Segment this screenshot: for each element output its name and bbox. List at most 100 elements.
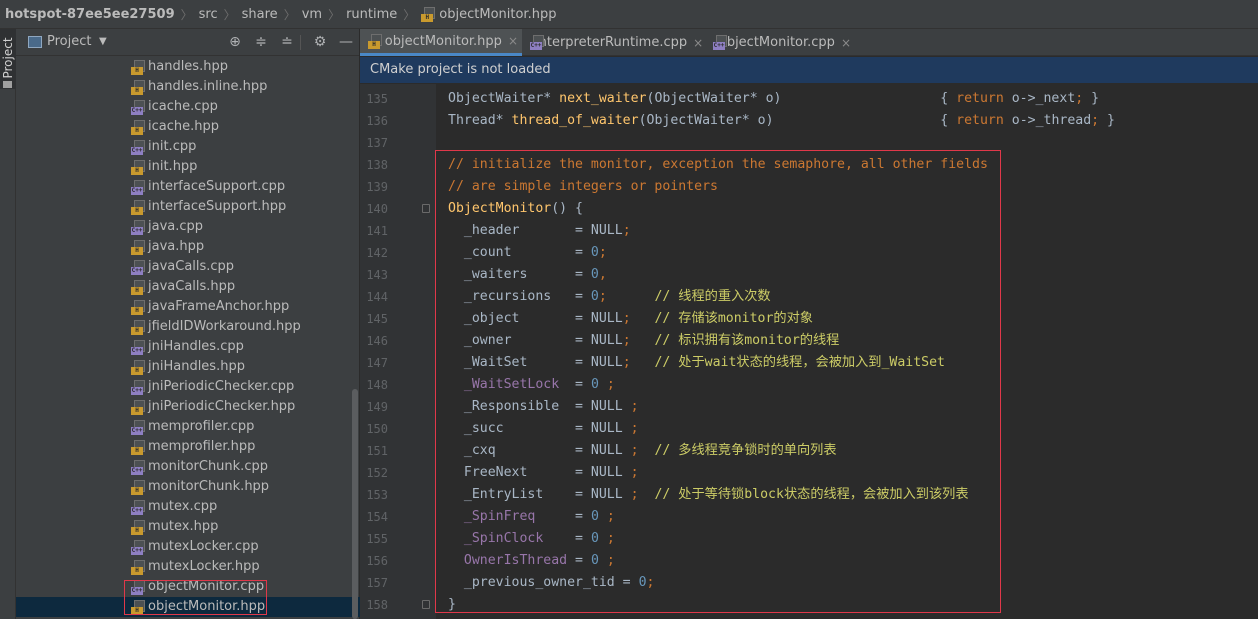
file-tree-item[interactable]: HinterfaceSupport.hpp <box>16 197 360 217</box>
breadcrumb-separator: 〉 <box>223 7 236 22</box>
file-tree-item-label: mutexLocker.cpp <box>148 539 259 554</box>
cpp-file-icon: C++ <box>131 140 145 155</box>
project-view-title[interactable]: Project <box>47 34 91 49</box>
editor-scrollbar[interactable] <box>1246 84 1258 619</box>
file-tree-item[interactable]: Hicache.hpp <box>16 117 360 137</box>
line-number: 141 <box>366 224 388 238</box>
cpp-file-icon: C++ <box>131 180 145 195</box>
cpp-file-icon: C++ <box>131 260 145 275</box>
file-tree-item[interactable]: C++ mutexLocker.cpp <box>16 537 360 557</box>
file-tree-item[interactable]: C++ java.cpp <box>16 217 360 237</box>
breadcrumb-runtime[interactable]: runtime <box>346 7 397 22</box>
breadcrumb-separator: 〉 <box>403 7 416 22</box>
breadcrumb-project[interactable]: hotspot-87ee5ee27509 <box>5 7 175 22</box>
file-tree-item[interactable]: C++ icache.cpp <box>16 97 360 117</box>
close-icon[interactable]: × <box>841 36 851 50</box>
project-panel: Project ▼ ⊕ ≑ ≐ ⚙ — Hhandles.hpp Hhandles… <box>16 29 360 619</box>
file-tree-item[interactable]: C++ javaCalls.cpp <box>16 257 360 277</box>
cmake-notification-banner[interactable]: CMake project is not loaded <box>360 57 1258 83</box>
file-tree-item[interactable]: HmutexLocker.hpp <box>16 557 360 577</box>
collapse-all-icon[interactable]: ≐ <box>279 34 295 50</box>
file-tree-item[interactable]: HjavaFrameAnchor.hpp <box>16 297 360 317</box>
cpp-file-icon: C++ <box>131 540 145 555</box>
fold-marker-icon[interactable] <box>422 600 430 609</box>
file-tree-item[interactable]: C++ mutex.cpp <box>16 497 360 517</box>
hpp-file-icon: H <box>131 120 145 135</box>
line-number: 138 <box>366 158 388 172</box>
project-stripe-label: Project <box>1 37 15 79</box>
highlight-box-files <box>124 580 267 615</box>
cpp-file-icon: C++ <box>131 340 145 355</box>
locate-icon[interactable]: ⊕ <box>227 34 243 50</box>
breadcrumb-separator: 〉 <box>283 7 296 22</box>
breadcrumb-separator: 〉 <box>328 7 341 22</box>
highlight-box-constructor <box>435 150 1001 613</box>
hpp-file-icon: H <box>131 160 145 175</box>
minimize-icon[interactable]: — <box>338 34 354 50</box>
file-tree-item[interactable]: Hinit.hpp <box>16 157 360 177</box>
breadcrumb-share[interactable]: share <box>242 7 278 22</box>
file-tree-item-label: memprofiler.hpp <box>148 439 256 454</box>
code-line[interactable]: ObjectWaiter* next_waiter(ObjectWaiter* … <box>448 88 1099 110</box>
editor-tab[interactable]: C++ interpreterRuntime.cpp × <box>522 29 705 56</box>
cpp-file-icon: C++ <box>131 420 145 435</box>
breadcrumb-file[interactable]: objectMonitor.hpp <box>439 7 556 22</box>
file-tree-item-label: jniPeriodicChecker.hpp <box>148 399 296 414</box>
file-tree-item[interactable]: Hhandles.hpp <box>16 57 360 77</box>
file-tree-item[interactable]: HjavaCalls.hpp <box>16 277 360 297</box>
file-tree-item[interactable]: HjfieldIDWorkaround.hpp <box>16 317 360 337</box>
hpp-file-icon: H <box>131 200 145 215</box>
file-tree-item[interactable]: HmonitorChunk.hpp <box>16 477 360 497</box>
code-line[interactable]: Thread* thread_of_waiter(ObjectWaiter* o… <box>448 110 1115 132</box>
hpp-file-icon: H <box>421 6 436 22</box>
close-icon[interactable]: × <box>508 34 518 48</box>
file-tree-item-label: javaFrameAnchor.hpp <box>148 299 290 314</box>
editor-tab-label: interpreterRuntime.cpp <box>535 35 688 50</box>
file-tree-item-label: handles.hpp <box>148 59 228 74</box>
file-tree-item[interactable]: Hmemprofiler.hpp <box>16 437 360 457</box>
editor-tab-bar: HobjectMonitor.hpp × C++ interpreterRuntime… <box>360 29 1258 56</box>
tree-scrollbar-thumb[interactable] <box>352 389 358 619</box>
gear-icon[interactable]: ⚙ <box>312 34 328 50</box>
file-tree-item[interactable]: C++ init.cpp <box>16 137 360 157</box>
file-tree-item-label: mutex.cpp <box>148 499 218 514</box>
hpp-file-icon: H <box>131 560 145 575</box>
hpp-file-icon: H <box>131 400 145 415</box>
file-tree-item[interactable]: Hjava.hpp <box>16 237 360 257</box>
line-number: 154 <box>366 510 388 524</box>
editor-tab[interactable]: HobjectMonitor.hpp × <box>360 29 522 56</box>
file-tree-item[interactable]: HjniHandles.hpp <box>16 357 360 377</box>
file-tree-item[interactable]: C++ monitorChunk.cpp <box>16 457 360 477</box>
breadcrumb-separator: 〉 <box>180 7 193 22</box>
fold-marker-icon[interactable] <box>422 204 430 213</box>
file-tree-item[interactable]: C++ memprofiler.cpp <box>16 417 360 437</box>
line-number: 147 <box>366 356 388 370</box>
file-tree-item[interactable]: Hhandles.inline.hpp <box>16 77 360 97</box>
file-tree-item[interactable]: Hmutex.hpp <box>16 517 360 537</box>
close-icon[interactable]: × <box>693 36 703 50</box>
header-divider <box>300 35 301 50</box>
chevron-down-icon[interactable]: ▼ <box>99 36 107 47</box>
breadcrumb-vm[interactable]: vm <box>302 7 322 22</box>
project-tool-button[interactable]: Project <box>0 29 16 89</box>
file-tree-item-label: mutexLocker.hpp <box>148 559 260 574</box>
editor-tab[interactable]: C++ objectMonitor.cpp × <box>705 29 855 56</box>
line-number: 148 <box>366 378 388 392</box>
line-number: 153 <box>366 488 388 502</box>
file-tree-item[interactable]: C++ jniHandles.cpp <box>16 337 360 357</box>
file-tree-item-label: jniHandles.cpp <box>148 339 244 354</box>
hpp-file-icon: H <box>131 240 145 255</box>
line-number: 144 <box>366 290 388 304</box>
hpp-file-icon: H <box>131 300 145 315</box>
file-tree-item[interactable]: C++ jniPeriodicChecker.cpp <box>16 377 360 397</box>
breadcrumb-src[interactable]: src <box>199 7 218 22</box>
hpp-file-icon: H <box>131 440 145 455</box>
file-tree-item-label: monitorChunk.hpp <box>148 479 270 494</box>
file-tree-item[interactable]: C++ interfaceSupport.cpp <box>16 177 360 197</box>
expand-all-icon[interactable]: ≑ <box>253 34 269 50</box>
file-tree-item-label: java.cpp <box>148 219 204 234</box>
line-number: 139 <box>366 180 388 194</box>
line-number: 156 <box>366 554 388 568</box>
file-tree-item[interactable]: HjniPeriodicChecker.hpp <box>16 397 360 417</box>
file-tree-item-label: memprofiler.cpp <box>148 419 255 434</box>
